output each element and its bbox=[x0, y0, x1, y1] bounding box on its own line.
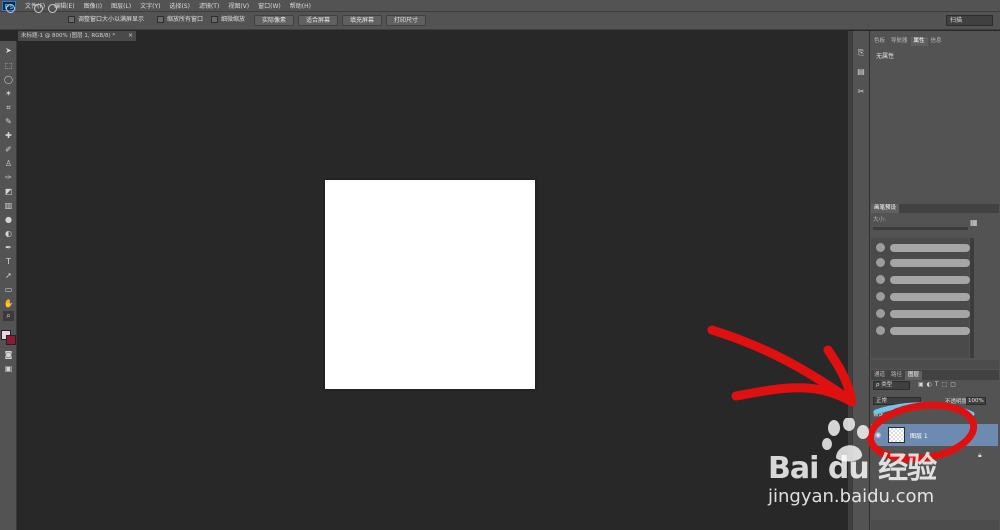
zoom-out-icon[interactable] bbox=[48, 4, 57, 13]
marquee-tool-icon[interactable]: ⬚ bbox=[3, 61, 14, 71]
menu-help[interactable]: 帮助(H) bbox=[290, 1, 311, 10]
type-tool-icon[interactable]: T bbox=[3, 257, 14, 267]
rectangle-tool-icon[interactable]: ▭ bbox=[3, 285, 14, 295]
properties-empty-text: 无属性 bbox=[876, 53, 895, 60]
tab-channels[interactable]: 通道 bbox=[871, 371, 888, 380]
lock-label: 锁定: bbox=[873, 412, 886, 418]
menu-image[interactable]: 图像(I) bbox=[84, 1, 102, 10]
crop-tool-icon[interactable]: ⌗ bbox=[3, 103, 14, 113]
zoom-tool-icon[interactable]: ⌕ bbox=[3, 311, 14, 321]
layer-filter-icons[interactable]: ▣◐T⬚▢ bbox=[918, 381, 996, 390]
brush-preset-stroke[interactable] bbox=[890, 244, 970, 252]
tab-swatches[interactable]: 色板 bbox=[871, 37, 888, 46]
visibility-eye-icon[interactable]: ◉ bbox=[875, 431, 883, 439]
brush-preset-dot[interactable] bbox=[876, 243, 885, 252]
brush-tool-icon[interactable]: ✐ bbox=[3, 145, 14, 155]
brush-size-slider[interactable] bbox=[873, 227, 968, 230]
hand-tool-icon[interactable]: ✋ bbox=[3, 299, 14, 309]
tab-layers[interactable]: 图层 bbox=[905, 371, 923, 380]
menu-bar: Ps 文件(F) 编辑(E) 图像(I) 图层(L) 文字(Y) 选择(S) 滤… bbox=[0, 0, 1000, 11]
brush-panel-footer bbox=[871, 360, 999, 369]
menu-edit[interactable]: 编辑(E) bbox=[54, 1, 74, 10]
menu-window[interactable]: 窗口(W) bbox=[258, 1, 281, 10]
menu-select[interactable]: 选择(S) bbox=[169, 1, 190, 10]
background-color-swatch[interactable] bbox=[6, 335, 16, 345]
blur-tool-icon[interactable]: ● bbox=[3, 215, 14, 225]
layer-thumbnail bbox=[888, 427, 905, 443]
baidu-jingyan-watermark: Bai du 经验 bbox=[768, 451, 937, 486]
tab-paths[interactable]: 路径 bbox=[888, 371, 905, 380]
zoom-all-checkbox[interactable] bbox=[157, 16, 164, 23]
history-brush-icon[interactable]: ✑ bbox=[3, 173, 14, 183]
gradient-tool-icon[interactable]: ▥ bbox=[3, 201, 14, 211]
lock-icon[interactable]: 🔒︎ bbox=[978, 451, 982, 460]
fill-screen-button[interactable]: 填充屏幕 bbox=[342, 15, 382, 26]
brush-preset-stroke[interactable] bbox=[890, 276, 970, 284]
watermark-url: jingyan.baidu.com bbox=[768, 486, 935, 507]
tool-presets-icon[interactable]: ✂ bbox=[855, 86, 867, 98]
properties-panel-body bbox=[871, 46, 998, 194]
layer-name[interactable]: 图层 1 bbox=[910, 431, 928, 440]
brush-presets-header: 画笔预设 bbox=[871, 204, 999, 213]
tab-brush-presets[interactable]: 画笔预设 bbox=[871, 204, 900, 213]
history-panel-icon[interactable]: ⎘ bbox=[855, 47, 867, 59]
layers-panel-footer bbox=[871, 520, 999, 530]
lasso-tool-icon[interactable]: ◯ bbox=[3, 75, 14, 85]
path-selection-icon[interactable]: ➚ bbox=[3, 271, 14, 281]
properties-tab-group: 色板 导航器 属性 信息 bbox=[871, 37, 945, 46]
menu-layer[interactable]: 图层(L) bbox=[111, 1, 131, 10]
eraser-tool-icon[interactable]: ◩ bbox=[3, 187, 14, 197]
screen-mode-icon[interactable]: ▣ bbox=[3, 364, 14, 374]
brush-preset-dot[interactable] bbox=[876, 309, 885, 318]
actual-pixels-button[interactable]: 实际像素 bbox=[254, 15, 294, 26]
layer-filter-select[interactable]: ρ 类型 bbox=[873, 381, 910, 390]
menu-filter[interactable]: 滤镜(T) bbox=[199, 1, 219, 10]
resize-windows-checkbox[interactable] bbox=[68, 16, 75, 23]
scrubby-zoom-label: 细微缩放 bbox=[221, 16, 246, 23]
healing-brush-icon[interactable]: ✚ bbox=[3, 131, 14, 141]
workspace-select[interactable]: 扫描 bbox=[946, 15, 993, 26]
brush-preset-stroke[interactable] bbox=[890, 293, 970, 301]
brush-preset-dot[interactable] bbox=[876, 275, 885, 284]
magic-wand-icon[interactable]: ✶ bbox=[3, 89, 14, 99]
options-bar bbox=[0, 11, 1000, 30]
tab-properties[interactable]: 属性 bbox=[910, 37, 928, 46]
zoom-tool-icon[interactable] bbox=[6, 4, 15, 13]
clone-stamp-icon[interactable]: ♙ bbox=[3, 159, 14, 169]
brush-size-label: 大小: bbox=[873, 217, 886, 223]
quick-mask-icon[interactable]: ◙ bbox=[3, 350, 14, 360]
brush-panel-icon[interactable]: ▦ bbox=[970, 218, 984, 230]
scrubby-zoom-checkbox[interactable] bbox=[211, 16, 218, 23]
close-tab-icon[interactable]: × bbox=[128, 31, 136, 41]
layers-tab-group: 通道 路径 图层 bbox=[871, 371, 923, 380]
tab-navigator[interactable]: 导航器 bbox=[888, 37, 911, 46]
brush-preset-dot[interactable] bbox=[876, 258, 885, 267]
opacity-input[interactable]: 100% bbox=[966, 397, 986, 405]
zoom-all-label: 缩放所有窗口 bbox=[167, 16, 204, 23]
brush-preset-stroke[interactable] bbox=[890, 310, 970, 318]
document-tab[interactable]: 未标题-1 @ 800% (图层 1, RGB/8) * bbox=[18, 31, 136, 41]
tab-info[interactable]: 信息 bbox=[928, 37, 945, 46]
brush-preset-stroke[interactable] bbox=[890, 327, 970, 335]
zoom-in-icon[interactable] bbox=[34, 4, 43, 13]
move-tool-icon[interactable]: ➤ bbox=[3, 46, 14, 56]
fit-screen-button[interactable]: 适合屏幕 bbox=[298, 15, 338, 26]
print-size-button[interactable]: 打印尺寸 bbox=[386, 15, 426, 26]
dodge-tool-icon[interactable]: ◐ bbox=[3, 229, 14, 239]
eyedropper-icon[interactable]: ✎ bbox=[3, 117, 14, 127]
menu-type[interactable]: 文字(Y) bbox=[140, 1, 160, 10]
blend-mode-select[interactable]: 正常 bbox=[873, 397, 921, 405]
document-canvas[interactable] bbox=[325, 180, 535, 389]
actions-panel-icon[interactable]: ▤ bbox=[855, 66, 867, 78]
brush-list-scrollbar[interactable] bbox=[970, 238, 974, 358]
menu-view[interactable]: 视图(V) bbox=[228, 1, 249, 10]
pen-tool-icon[interactable]: ✒ bbox=[3, 243, 14, 253]
resize-windows-label: 调整窗口大小以满屏显示 bbox=[78, 16, 145, 23]
fill-input[interactable]: % bbox=[966, 410, 971, 416]
brush-preset-stroke[interactable] bbox=[890, 259, 970, 267]
brush-preset-dot[interactable] bbox=[876, 326, 885, 335]
brush-preset-dot[interactable] bbox=[876, 292, 885, 301]
